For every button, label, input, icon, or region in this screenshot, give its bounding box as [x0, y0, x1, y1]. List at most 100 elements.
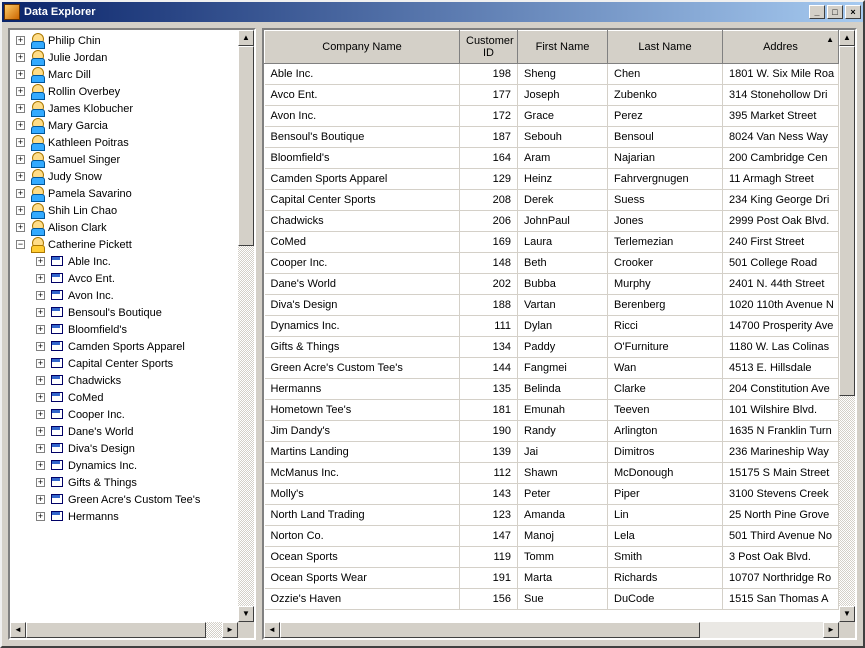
scroll-left-button[interactable]: ◄ — [264, 622, 280, 638]
col-header-customer-id[interactable]: Customer ID — [460, 31, 518, 64]
tree-person-item[interactable]: +James Klobucher — [16, 100, 238, 117]
expander-icon[interactable]: + — [16, 104, 25, 113]
tree-person-item[interactable]: +Rollin Overbey — [16, 83, 238, 100]
tree-person-item[interactable]: +Shih Lin Chao — [16, 202, 238, 219]
table-row[interactable]: CoMed169LauraTerlemezian240 First Street — [265, 232, 839, 253]
table-row[interactable]: Cooper Inc.148BethCrooker501 College Roa… — [265, 253, 839, 274]
table-row[interactable]: Hometown Tee's181EmunahTeeven101 Wilshir… — [265, 400, 839, 421]
expander-icon[interactable]: + — [16, 189, 25, 198]
expander-icon[interactable]: + — [16, 121, 25, 130]
expander-icon[interactable]: + — [36, 291, 45, 300]
tree-person-item[interactable]: +Philip Chin — [16, 32, 238, 49]
scroll-right-button[interactable]: ► — [823, 622, 839, 638]
tree-person-item[interactable]: +Alison Clark — [16, 219, 238, 236]
scroll-right-button[interactable]: ► — [222, 622, 238, 638]
expander-icon[interactable]: + — [36, 342, 45, 351]
table-row[interactable]: Hermanns135BelindaClarke204 Constitution… — [265, 379, 839, 400]
tree-person-item[interactable]: +Mary Garcia — [16, 117, 238, 134]
tree-company-item[interactable]: +Camden Sports Apparel — [16, 338, 238, 355]
tree-company-item[interactable]: +Bensoul's Boutique — [16, 304, 238, 321]
scroll-down-button[interactable]: ▼ — [839, 606, 855, 622]
expander-icon[interactable]: + — [36, 461, 45, 470]
maximize-button[interactable]: □ — [827, 5, 843, 19]
tree-company-item[interactable]: +Cooper Inc. — [16, 406, 238, 423]
table-row[interactable]: Molly's143PeterPiper3100 Stevens Creek — [265, 484, 839, 505]
expander-icon[interactable]: + — [36, 393, 45, 402]
tree-company-item[interactable]: +Dane's World — [16, 423, 238, 440]
scroll-down-button[interactable]: ▼ — [238, 606, 254, 622]
table-row[interactable]: Ocean Sports Wear191MartaRichards10707 N… — [265, 568, 839, 589]
expander-icon[interactable]: + — [16, 206, 25, 215]
scroll-thumb[interactable] — [26, 622, 206, 638]
table-row[interactable]: Jim Dandy's190RandyArlington1635 N Frank… — [265, 421, 839, 442]
expander-icon[interactable]: + — [36, 359, 45, 368]
tree-person-item[interactable]: +Marc Dill — [16, 66, 238, 83]
expander-icon[interactable]: + — [36, 325, 45, 334]
tree-horizontal-scrollbar[interactable]: ◄ ► — [10, 622, 238, 638]
table-row[interactable]: Bloomfield's164AramNajarian200 Cambridge… — [265, 148, 839, 169]
tree-company-item[interactable]: +Dynamics Inc. — [16, 457, 238, 474]
scroll-thumb[interactable] — [839, 46, 855, 396]
expander-icon[interactable]: + — [36, 410, 45, 419]
scroll-up-button[interactable]: ▲ — [839, 30, 855, 46]
tree-company-item[interactable]: +Gifts & Things — [16, 474, 238, 491]
expander-icon[interactable]: + — [36, 495, 45, 504]
title-bar[interactable]: Data Explorer _ □ × — [2, 2, 863, 22]
tree-vertical-scrollbar[interactable]: ▲ ▼ — [238, 30, 254, 622]
minimize-button[interactable]: _ — [809, 5, 825, 19]
tree-person-item[interactable]: +Kathleen Poitras — [16, 134, 238, 151]
col-header-company[interactable]: Company Name — [265, 31, 460, 64]
expander-icon[interactable]: + — [36, 274, 45, 283]
tree-company-item[interactable]: +Chadwicks — [16, 372, 238, 389]
tree-company-item[interactable]: +CoMed — [16, 389, 238, 406]
table-row[interactable]: Avon Inc.172GracePerez395 Market Street — [265, 106, 839, 127]
table-row[interactable]: Camden Sports Apparel129HeinzFahrvergnug… — [265, 169, 839, 190]
table-row[interactable]: Bensoul's Boutique187SebouhBensoul8024 V… — [265, 127, 839, 148]
expander-icon[interactable]: + — [16, 138, 25, 147]
tree-company-item[interactable]: +Avon Inc. — [16, 287, 238, 304]
tree-person-item[interactable]: +Judy Snow — [16, 168, 238, 185]
expander-icon[interactable]: + — [16, 155, 25, 164]
table-row[interactable]: Chadwicks206JohnPaulJones2999 Post Oak B… — [265, 211, 839, 232]
expander-icon[interactable]: + — [16, 172, 25, 181]
tree-company-item[interactable]: +Bloomfield's — [16, 321, 238, 338]
scroll-thumb[interactable] — [238, 46, 254, 246]
expander-icon[interactable]: + — [36, 444, 45, 453]
expander-icon[interactable]: + — [16, 87, 25, 96]
expander-icon[interactable]: + — [36, 308, 45, 317]
table-row[interactable]: Diva's Design188VartanBerenberg1020 110t… — [265, 295, 839, 316]
expander-icon[interactable]: − — [16, 240, 25, 249]
expander-icon[interactable]: + — [16, 223, 25, 232]
tree-company-item[interactable]: +Capital Center Sports — [16, 355, 238, 372]
scroll-thumb[interactable] — [280, 622, 700, 638]
table-row[interactable]: North Land Trading123AmandaLin25 North P… — [265, 505, 839, 526]
expander-icon[interactable]: + — [36, 427, 45, 436]
table-row[interactable]: Gifts & Things134PaddyO'Furniture1180 W.… — [265, 337, 839, 358]
col-header-first-name[interactable]: First Name — [518, 31, 608, 64]
col-header-last-name[interactable]: Last Name — [608, 31, 723, 64]
tree-company-item[interactable]: +Able Inc. — [16, 253, 238, 270]
table-row[interactable]: Norton Co.147ManojLela501 Third Avenue N… — [265, 526, 839, 547]
table-row[interactable]: Martins Landing139JaiDimitros236 Marines… — [265, 442, 839, 463]
table-row[interactable]: Dynamics Inc.111DylanRicci14700 Prosperi… — [265, 316, 839, 337]
table-row[interactable]: McManus Inc.112ShawnMcDonough15175 S Mai… — [265, 463, 839, 484]
close-button[interactable]: × — [845, 5, 861, 19]
tree-company-item[interactable]: +Hermanns — [16, 508, 238, 525]
table-row[interactable]: Able Inc.198ShengChen1801 W. Six Mile Ro… — [265, 64, 839, 85]
grid-vertical-scrollbar[interactable]: ▲ ▼ — [839, 30, 855, 622]
grid-horizontal-scrollbar[interactable]: ◄ ► — [264, 622, 839, 638]
tree-person-item[interactable]: +Samuel Singer — [16, 151, 238, 168]
expander-icon[interactable]: + — [36, 376, 45, 385]
col-header-address[interactable]: Addres▲ — [723, 31, 839, 64]
expander-icon[interactable]: + — [36, 257, 45, 266]
table-row[interactable]: Avco Ent.177JosephZubenko314 Stonehollow… — [265, 85, 839, 106]
expander-icon[interactable]: + — [16, 53, 25, 62]
expander-icon[interactable]: + — [36, 478, 45, 487]
table-row[interactable]: Green Acre's Custom Tee's144FangmeiWan45… — [265, 358, 839, 379]
scroll-up-button[interactable]: ▲ — [238, 30, 254, 46]
tree-person-item-expanded[interactable]: −Catherine Pickett — [16, 236, 238, 253]
table-row[interactable]: Capital Center Sports208DerekSuess234 Ki… — [265, 190, 839, 211]
scroll-left-button[interactable]: ◄ — [10, 622, 26, 638]
table-row[interactable]: Ozzie's Haven156SueDuCode1515 San Thomas… — [265, 589, 839, 610]
expander-icon[interactable]: + — [16, 36, 25, 45]
